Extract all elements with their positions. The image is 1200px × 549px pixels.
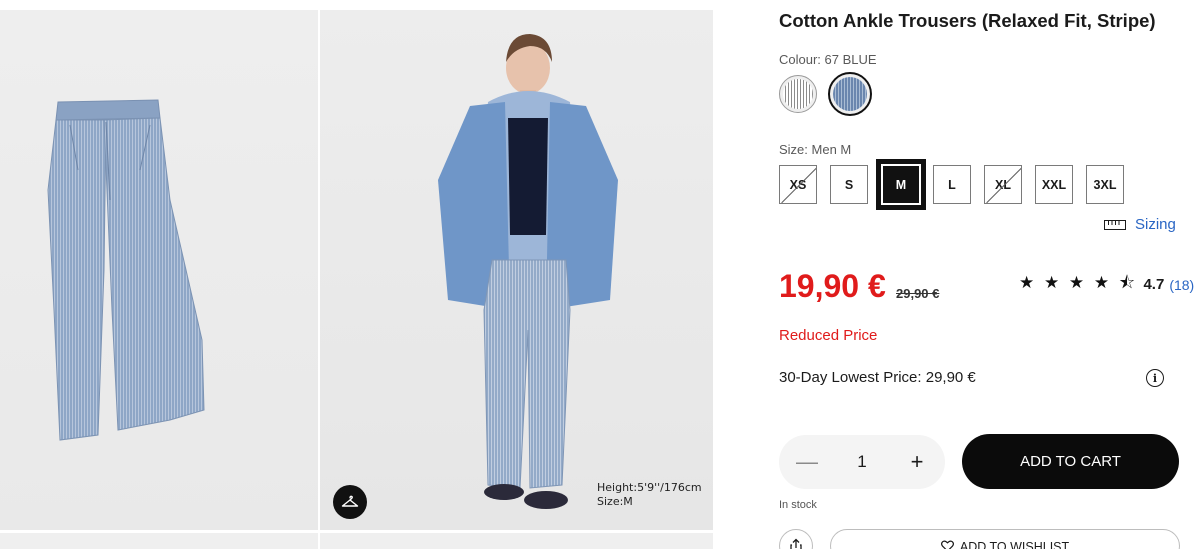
increase-quantity-button[interactable]: + [905,449,929,475]
info-icon[interactable]: i [1146,369,1164,387]
size-option-xs[interactable]: XS [779,165,817,204]
decrease-quantity-button[interactable]: — [795,449,819,475]
gallery-next-row-right [320,533,713,549]
lowest-price-text: 30-Day Lowest Price: 29,90 € [779,369,976,386]
reduced-price-label: Reduced Price [779,327,878,344]
heart-icon [940,540,954,549]
trousers-illustration [47,99,205,441]
share-button[interactable] [779,529,813,549]
size-option-3xl[interactable]: 3XL [1086,165,1124,204]
ruler-icon [1104,219,1126,230]
colour-label: Colour: 67 BLUE [779,52,877,67]
gallery-next-row-left [0,533,318,549]
rating[interactable]: ★ ★ ★ ★ ⯪ 4.7 (18) [1019,270,1194,299]
sizing-link[interactable]: Sizing [1104,216,1176,233]
model-height: Height:5'9''/176cm [597,481,702,494]
size-option-xxl[interactable]: XXL [1035,165,1073,204]
hanger-icon[interactable] [333,485,367,519]
share-icon [790,538,802,549]
model-info: Height:5'9''/176cm Size:M [597,481,702,509]
quantity-stepper: — 1 + [779,435,945,489]
size-label: Size: Men M [779,142,852,157]
product-image-flat[interactable] [0,10,318,530]
size-option-l[interactable]: L [933,165,971,204]
rating-score: 4.7 [1143,276,1165,293]
add-to-wishlist-button[interactable]: ADD TO WISHLIST [830,529,1180,549]
stock-status: In stock [779,499,817,511]
colour-swatch-blue-selected[interactable] [828,72,872,116]
product-gallery [0,10,713,549]
quantity-value[interactable]: 1 [857,452,866,472]
star-rating-icon: ★ ★ ★ ★ ⯪ [1019,273,1138,292]
size-option-s[interactable]: S [830,165,868,204]
model-illustration [438,34,618,509]
product-title: Cotton Ankle Trousers (Relaxed Fit, Stri… [779,10,1156,31]
review-count-link[interactable]: (18) [1169,277,1194,293]
colour-swatch-white-stripe[interactable] [779,75,817,113]
original-price: 29,90 € [896,286,940,301]
add-to-cart-button[interactable]: ADD TO CART [962,434,1179,489]
size-option-m[interactable]: M [879,162,923,207]
product-image-model[interactable] [320,10,713,530]
size-option-xl[interactable]: XL [984,165,1022,204]
sale-price: 19,90 € [779,268,886,304]
model-size: Size:M [597,495,633,508]
